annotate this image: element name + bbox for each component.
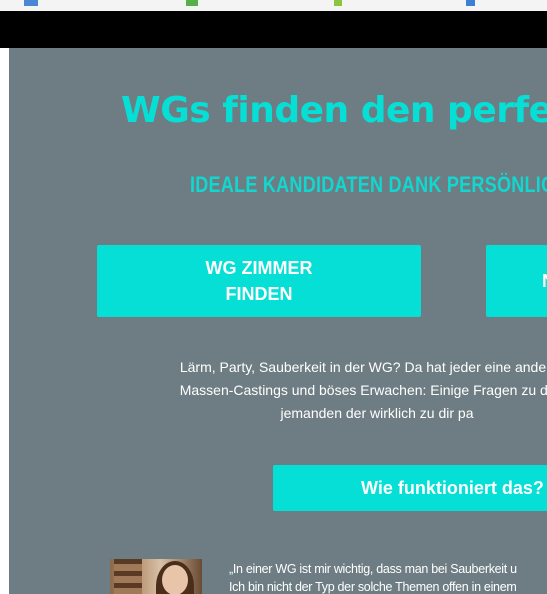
how-it-works-label: Wie funktioniert das? <box>361 477 544 498</box>
hero-title: WGs finden den perfekte <box>121 90 547 131</box>
intro-line-2: Massen-Castings und böses Erwachen: Eini… <box>179 382 547 398</box>
site-header-bar <box>0 11 547 48</box>
second-cta-label: N <box>542 271 547 292</box>
hero-section: WGs finden den perfekte IDEALE KANDIDATE… <box>9 48 547 594</box>
find-room-button[interactable]: WG ZIMMER FINDEN <box>97 245 421 317</box>
how-it-works-button[interactable]: Wie funktioniert das? <box>273 465 547 511</box>
testimonial-avatar <box>110 559 202 594</box>
testimonial-line-1: „In einer WG ist mir wichtig, dass man b… <box>229 562 517 576</box>
find-room-label-line2: FINDEN <box>225 284 293 304</box>
bookmark-leaf-icon[interactable] <box>334 0 342 6</box>
avatar-face <box>162 565 188 594</box>
intro-line-3: jemanden der wirklich zu dir pa <box>280 405 474 421</box>
page-left-edge <box>0 48 9 594</box>
find-room-label-line1: WG ZIMMER <box>205 258 313 278</box>
intro-line-1: Lärm, Party, Sauberkeit in der WG? Da ha… <box>179 359 547 375</box>
bookmark-blue-icon[interactable] <box>466 0 475 6</box>
bookmark-green-icon[interactable] <box>186 0 198 6</box>
second-cta-button[interactable]: N <box>486 245 547 317</box>
intro-text: Lärm, Party, Sauberkeit in der WG? Da ha… <box>97 356 547 425</box>
back-arrow-icon[interactable] <box>24 0 38 6</box>
testimonial-quote: „In einer WG ist mir wichtig, dass man b… <box>229 560 547 594</box>
hero-subtitle: IDEALE KANDIDATEN DANK PERSÖNLIC <box>190 172 547 197</box>
avatar-background <box>114 559 142 594</box>
testimonial-line-2: Ich bin nicht der Typ der solche Themen … <box>229 580 517 594</box>
